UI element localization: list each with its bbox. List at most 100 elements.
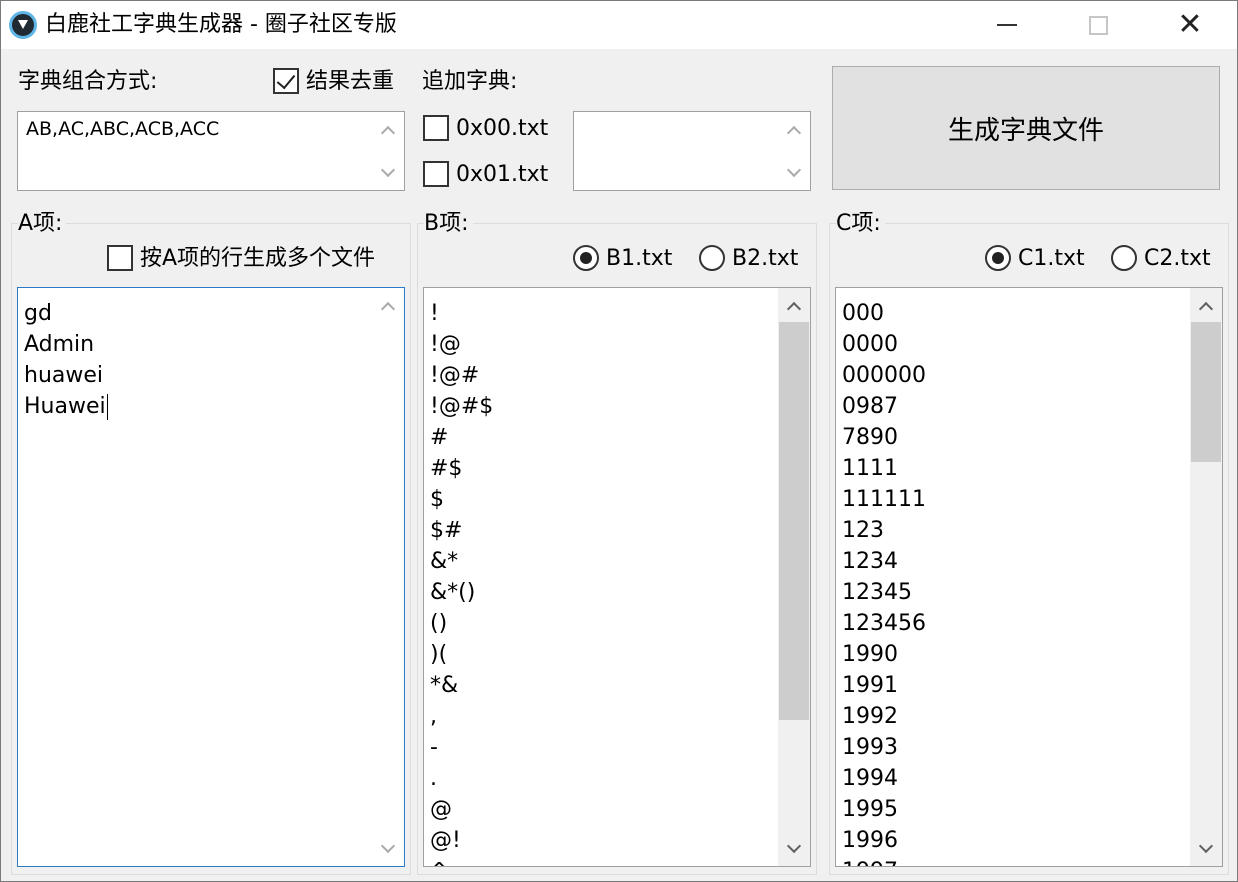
- list-item: 123456: [842, 611, 926, 636]
- list-item: @: [430, 797, 452, 822]
- combo-label: 字典组合方式:: [18, 69, 158, 94]
- scroll-down-arrow-icon[interactable]: [1190, 832, 1222, 864]
- close-icon: ✕: [1177, 7, 1203, 42]
- list-item: -: [430, 735, 438, 760]
- append-file-0x00-label[interactable]: 0x00.txt: [456, 115, 548, 143]
- list-item: 0987: [842, 394, 898, 419]
- multi-file-label[interactable]: 按A项的行生成多个文件: [140, 245, 375, 273]
- list-item: 1997: [842, 856, 926, 866]
- generate-dictionary-button[interactable]: 生成字典文件: [832, 66, 1220, 190]
- b2-radio-label[interactable]: B2.txt: [732, 245, 798, 273]
- list-item: 1111: [842, 456, 898, 481]
- list-item: 1991: [842, 673, 898, 698]
- c2-radio-label[interactable]: C2.txt: [1144, 245, 1211, 273]
- list-item: 1234: [842, 549, 898, 574]
- c1-radio-label[interactable]: C1.txt: [1018, 245, 1085, 273]
- list-item: 1994: [842, 766, 898, 791]
- list-item: 000: [842, 301, 884, 326]
- group-c-label: C项:: [836, 210, 885, 238]
- multi-file-checkbox[interactable]: [107, 245, 133, 271]
- list-item: !@: [430, 332, 461, 357]
- list-item: 1995: [842, 797, 898, 822]
- list-item: huawei: [24, 363, 104, 388]
- list-item: .: [430, 766, 437, 791]
- list-item: !@#: [430, 363, 480, 388]
- list-item: 12345: [842, 580, 912, 605]
- append-file-0x01-checkbox[interactable]: [423, 161, 449, 187]
- maximize-icon: [1088, 15, 1108, 35]
- list-item: #$: [430, 456, 463, 481]
- list-item: @!: [430, 828, 461, 853]
- app-window: 白鹿社工字典生成器 - 圈子社区专版 ✕ 字典组合方式: 结果去重 AB,AC,…: [0, 0, 1238, 882]
- list-item: gd: [24, 301, 52, 326]
- minimize-icon: [997, 24, 1017, 26]
- b1-radio[interactable]: [573, 245, 599, 271]
- scroll-up-arrow-icon[interactable]: [372, 290, 404, 322]
- combo-input-value: AB,AC,ABC,ACB,ACC: [26, 118, 220, 140]
- combo-input[interactable]: AB,AC,ABC,ACB,ACC: [17, 111, 405, 191]
- list-item: 1993: [842, 735, 898, 760]
- list-item: 1990: [842, 642, 898, 667]
- append-file-0x01-label[interactable]: 0x01.txt: [456, 161, 548, 189]
- list-item-with-caret: Huawei: [24, 391, 108, 422]
- b2-radio[interactable]: [699, 245, 725, 271]
- scroll-up-arrow-icon[interactable]: [778, 290, 810, 322]
- deer-logo-icon: [9, 11, 37, 39]
- list-item: &*(): [430, 580, 476, 605]
- minimize-button[interactable]: [961, 1, 1053, 49]
- list-item: 1996: [842, 828, 898, 853]
- maximize-button[interactable]: [1052, 1, 1144, 49]
- list-item: !@#$: [430, 394, 494, 419]
- list-item: &*: [430, 549, 459, 574]
- scroll-up-arrow-icon[interactable]: [1190, 290, 1222, 322]
- title-bar[interactable]: 白鹿社工字典生成器 - 圈子社区专版 ✕: [1, 1, 1237, 49]
- scroll-up-arrow-icon[interactable]: [372, 114, 404, 146]
- scroll-down-arrow-icon[interactable]: [778, 156, 810, 188]
- list-item: ,: [430, 704, 437, 729]
- scroll-down-arrow-icon[interactable]: [372, 832, 404, 864]
- append-label: 追加字典:: [422, 69, 518, 94]
- list-item: #: [430, 425, 449, 450]
- group-b-scrollbar[interactable]: [778, 288, 810, 866]
- list-item: 000000: [842, 363, 926, 388]
- close-button[interactable]: ✕: [1144, 1, 1236, 49]
- scroll-down-arrow-icon[interactable]: [372, 156, 404, 188]
- list-item: Admin: [24, 332, 95, 357]
- list-item: Huawei: [24, 394, 106, 419]
- append-file-0x00-checkbox[interactable]: [423, 115, 449, 141]
- append-input[interactable]: [573, 111, 811, 191]
- group-b-list: ! !@ !@# !@#$ # #$ $ $# &* &*() () )( *&…: [430, 298, 494, 866]
- group-c-list: 000 0000 000000 0987 7890 1111 111111 12…: [842, 298, 926, 866]
- dedupe-label[interactable]: 结果去重: [306, 68, 394, 96]
- scroll-up-arrow-icon[interactable]: [778, 114, 810, 146]
- dedupe-checkbox[interactable]: [273, 68, 299, 94]
- scroll-thumb[interactable]: [1191, 322, 1221, 462]
- list-item: $#: [430, 518, 463, 543]
- combo-scrollbar[interactable]: [372, 112, 404, 190]
- group-b-input[interactable]: ! !@ !@# !@#$ # #$ $ $# &* &*() () )( *&…: [423, 287, 811, 867]
- group-a-scrollbar[interactable]: [372, 288, 404, 866]
- group-a-label: A项:: [18, 210, 67, 238]
- list-item: 0000: [842, 332, 898, 357]
- c1-radio[interactable]: [985, 245, 1011, 271]
- group-c-scrollbar[interactable]: [1190, 288, 1222, 866]
- list-item: !: [430, 301, 439, 326]
- group-c-input[interactable]: 000 0000 000000 0987 7890 1111 111111 12…: [835, 287, 1223, 867]
- list-item: 123: [842, 518, 884, 543]
- group-a-list: gd Admin huawei Huawei: [24, 298, 108, 422]
- c2-radio[interactable]: [1111, 245, 1137, 271]
- b1-radio-label[interactable]: B1.txt: [606, 245, 672, 273]
- append-scrollbar[interactable]: [778, 112, 810, 190]
- list-item: )(: [430, 642, 448, 667]
- scroll-down-arrow-icon[interactable]: [778, 832, 810, 864]
- group-b-label: B项:: [424, 210, 473, 238]
- list-item: *&: [430, 673, 459, 698]
- list-item: 111111: [842, 487, 926, 512]
- list-item: $: [430, 487, 444, 512]
- group-a-input[interactable]: gd Admin huawei Huawei: [17, 287, 405, 867]
- window-title: 白鹿社工字典生成器 - 圈子社区专版: [45, 12, 397, 37]
- list-item: (): [430, 611, 448, 636]
- list-item: ^: [430, 856, 493, 866]
- scroll-thumb[interactable]: [779, 322, 809, 720]
- list-item: 1992: [842, 704, 898, 729]
